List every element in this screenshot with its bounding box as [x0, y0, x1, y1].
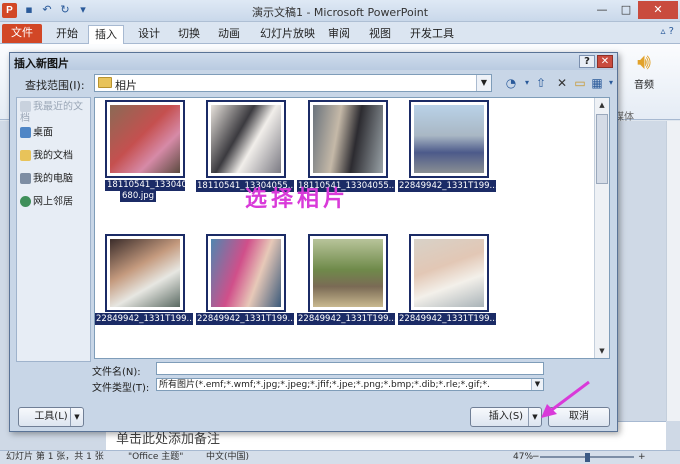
tab-home[interactable]: 开始	[50, 25, 84, 44]
minimize-button[interactable]: —	[590, 1, 614, 19]
thumbnail-3[interactable]	[308, 100, 388, 178]
photo-image	[211, 105, 281, 173]
tab-insert[interactable]: 插入	[88, 25, 124, 44]
file-caption-5[interactable]: 22849942_1331T199...	[95, 313, 193, 325]
insert-button[interactable]: 插入(S) ▼	[470, 407, 542, 427]
up-folder-icon[interactable]: ⇧	[532, 74, 550, 92]
place-recent-documents: 我最近的文档	[20, 101, 90, 124]
maximize-button[interactable]: □	[614, 1, 638, 19]
tools-button[interactable]: 工具(L) ▼	[18, 407, 84, 427]
zoom-slider-thumb[interactable]	[585, 453, 590, 462]
tools-label: 工具(L)	[34, 411, 68, 422]
tab-slideshow[interactable]: 幻灯片放映	[254, 25, 321, 44]
file-type-label: 文件类型(T):	[92, 383, 150, 394]
place-my-computer[interactable]: 我的电脑	[20, 173, 90, 185]
annotation-arrow-icon	[541, 380, 590, 418]
workspace-scrollbar[interactable]	[666, 121, 680, 421]
thumbnail-4[interactable]	[409, 100, 489, 178]
tab-design[interactable]: 设计	[132, 25, 166, 44]
photo-image	[313, 239, 383, 307]
chevron-down-icon[interactable]: ▼	[70, 408, 83, 426]
audio-label: 音频	[634, 80, 654, 91]
thumbnail-6[interactable]	[206, 234, 286, 312]
status-bar: 幻灯片 第 1 张，共 1 张 "Office 主题" 中文(中国) 47% −…	[0, 450, 680, 464]
scroll-down-icon[interactable]: ▼	[595, 344, 609, 358]
places-bar: 我最近的文档 桌面 我的文档 我的电脑 网上邻居	[16, 97, 91, 362]
scroll-up-icon[interactable]: ▲	[595, 98, 609, 112]
dialog-help-button[interactable]: ?	[579, 55, 595, 68]
thumbnail-1[interactable]	[105, 100, 185, 178]
speaker-icon: 🔊︎	[637, 50, 651, 75]
zoom-in-button[interactable]: +	[638, 451, 646, 464]
tab-animations[interactable]: 动画	[212, 25, 246, 44]
place-my-documents[interactable]: 我的文档	[20, 150, 90, 162]
file-caption-8[interactable]: 22849942_1331T199...	[398, 313, 496, 325]
place-my-computer-label: 我的电脑	[33, 173, 73, 185]
file-list-scrollbar[interactable]: ▲ ▼	[594, 98, 609, 358]
help-icon[interactable]: ▵ ?	[660, 26, 674, 37]
my-documents-icon	[20, 150, 31, 161]
scrollbar-thumb[interactable]	[596, 114, 608, 184]
recent-documents-icon	[20, 101, 31, 112]
photo-image	[313, 105, 383, 173]
photo-image	[414, 105, 484, 173]
photo-image	[110, 239, 180, 307]
window-title: 演示文稿1 - Microsoft PowerPoint	[251, 6, 429, 19]
tab-review[interactable]: 审阅	[322, 25, 356, 44]
file-caption-4[interactable]: 22849942_1331T199...	[398, 180, 496, 192]
look-in-dropdown[interactable]: 相片 ▼	[94, 74, 492, 92]
delete-icon[interactable]: ✕	[553, 74, 571, 92]
slide-counter: 幻灯片 第 1 张，共 1 张	[6, 452, 104, 462]
new-folder-icon[interactable]: ▭	[571, 74, 589, 92]
place-my-documents-label: 我的文档	[33, 150, 73, 162]
photo-image	[110, 105, 180, 173]
file-caption-6[interactable]: 22849942_1331T199...	[196, 313, 294, 325]
insert-label: 插入(S)	[488, 411, 524, 422]
network-icon	[20, 196, 31, 207]
views-dropdown-icon[interactable]: ▾	[602, 74, 620, 92]
look-in-value: 相片	[115, 79, 137, 92]
file-name-input[interactable]	[156, 362, 544, 375]
desktop-icon	[20, 127, 31, 138]
dialog-title-bar: 插入新图片 ? ✕	[10, 53, 617, 70]
file-caption-7[interactable]: 22849942_1331T199...	[297, 313, 395, 325]
look-in-label: 查找范围(I):	[25, 79, 85, 92]
theme-name[interactable]: "Office 主题"	[128, 451, 183, 464]
place-desktop[interactable]: 桌面	[20, 127, 90, 139]
file-type-value: 所有图片(*.emf;*.wmf;*.jpg;*.jpeg;*.jfif;*.j…	[159, 380, 490, 390]
file-name-label: 文件名(N):	[92, 367, 141, 378]
chevron-down-icon[interactable]: ▼	[476, 75, 491, 91]
thumbnail-5[interactable]	[105, 234, 185, 312]
close-button[interactable]: ✕	[638, 1, 678, 19]
dialog-title: 插入新图片	[14, 57, 69, 70]
my-computer-icon	[20, 173, 31, 184]
insert-picture-dialog: 插入新图片 ? ✕ 查找范围(I): 相片 ▼ ◔ ▾ ⇧ ✕ ▭ ▦ ▾ 我最…	[9, 52, 618, 432]
thumbnail-7[interactable]	[308, 234, 388, 312]
tab-transitions[interactable]: 切换	[172, 25, 206, 44]
place-network[interactable]: 网上邻居	[20, 196, 90, 208]
file-type-dropdown[interactable]: 所有图片(*.emf;*.wmf;*.jpg;*.jpeg;*.jfif;*.j…	[156, 378, 544, 391]
tab-view[interactable]: 视图	[363, 25, 397, 44]
zoom-level[interactable]: 47%	[513, 451, 533, 464]
language-indicator[interactable]: 中文(中国)	[206, 451, 249, 464]
tab-developer[interactable]: 开发工具	[404, 25, 460, 44]
photo-image	[211, 239, 281, 307]
zoom-out-button[interactable]: −	[532, 451, 540, 464]
file-caption-1b[interactable]: 680.jpg	[120, 191, 157, 202]
photo-image	[414, 239, 484, 307]
window-controls: — □ ✕	[590, 1, 678, 19]
dialog-close-button[interactable]: ✕	[597, 55, 613, 68]
file-list[interactable]: 18110541_1330405551_ 680.jpg 18110541_13…	[94, 97, 610, 359]
thumbnail-8[interactable]	[409, 234, 489, 312]
file-caption-1a[interactable]: 18110541_1330405551_	[105, 180, 213, 191]
thumbnail-2[interactable]	[206, 100, 286, 178]
place-network-label: 网上邻居	[33, 196, 73, 208]
audio-button[interactable]: 🔊︎ 音频	[624, 50, 664, 91]
place-desktop-label: 桌面	[33, 127, 53, 139]
tab-file[interactable]: 文件	[2, 24, 42, 43]
folder-icon	[98, 77, 112, 88]
annotation-text: 选择相片	[245, 187, 350, 212]
app-title-bar: P ▪ ↶ ↻ ▾ 演示文稿1 - Microsoft PowerPoint —…	[0, 0, 680, 22]
ribbon-tab-bar: 文件 开始 插入 设计 切换 动画 幻灯片放映 审阅 视图 开发工具 ▵ ?	[0, 22, 680, 44]
